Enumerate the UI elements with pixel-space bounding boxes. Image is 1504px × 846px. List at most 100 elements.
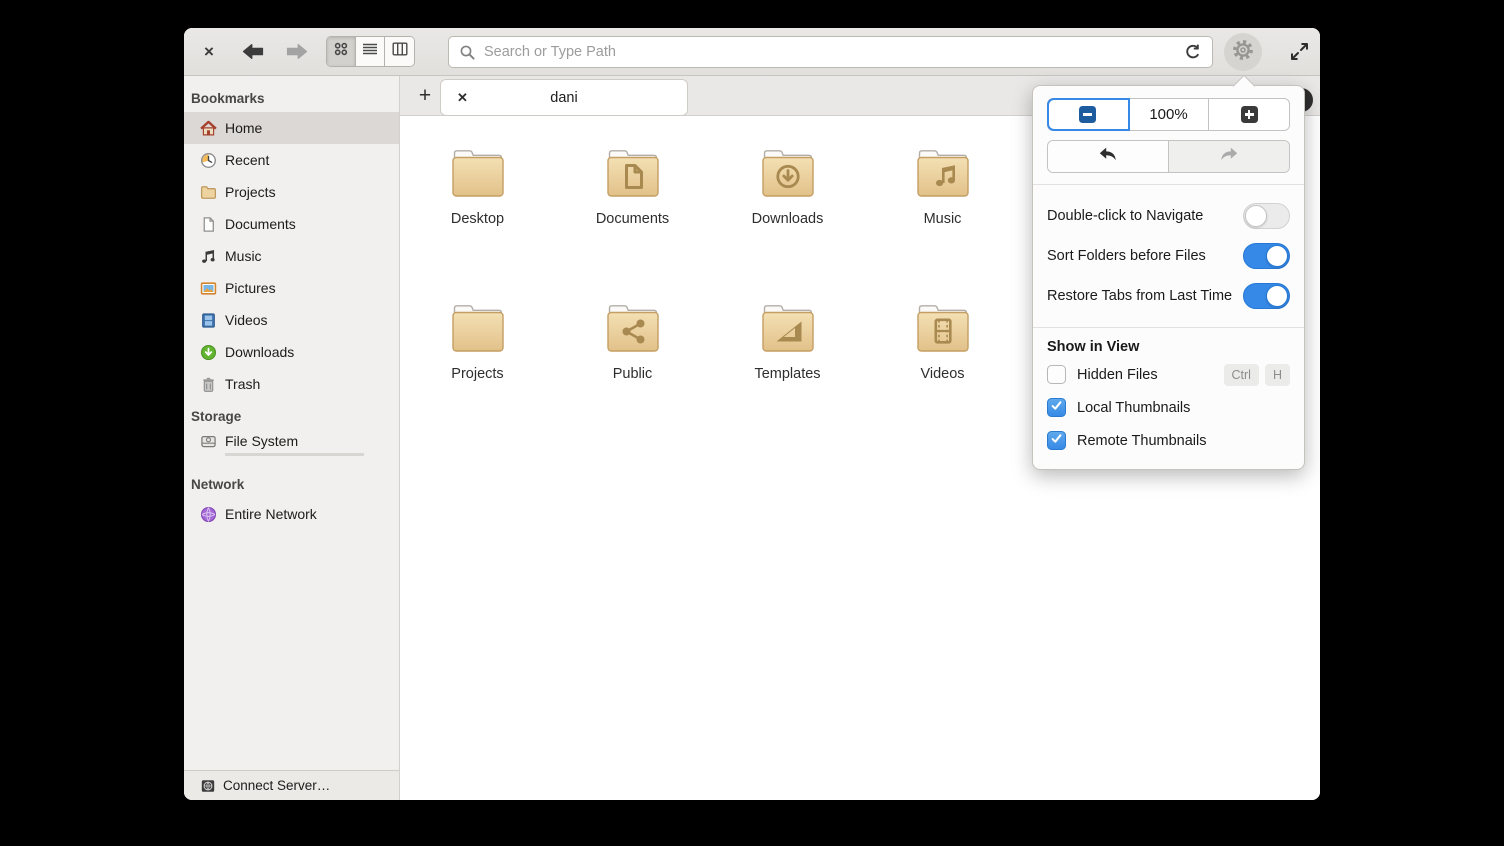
restore-tabs-toggle[interactable] <box>1243 283 1290 309</box>
file-tile-music[interactable]: Music <box>878 145 1008 245</box>
network-globe-icon <box>200 506 217 523</box>
toggle-label: Double-click to Navigate <box>1047 208 1203 224</box>
sidebar-item-label: Downloads <box>225 344 294 360</box>
folder-documents-icon <box>601 145 665 206</box>
file-tile-public[interactable]: Public <box>568 300 698 400</box>
sidebar-item-pictures[interactable]: Pictures <box>184 272 399 304</box>
zoom-level-button[interactable]: 100% <box>1129 99 1210 130</box>
toggle-label: Restore Tabs from Last Time <box>1047 288 1232 304</box>
zoom-in-button[interactable] <box>1209 99 1289 130</box>
sidebar-item-label: Trash <box>225 376 260 392</box>
redo-button[interactable] <box>1168 141 1289 172</box>
sidebar-item-downloads[interactable]: Downloads <box>184 336 399 368</box>
sidebar-item-label: Recent <box>225 152 269 168</box>
checkmark-icon <box>1050 399 1063 416</box>
file-manager-window: × <box>184 28 1320 800</box>
sidebar-item-label: Pictures <box>225 280 276 296</box>
sidebar-item-entire-network[interactable]: Entire Network <box>184 498 399 530</box>
search-input[interactable] <box>484 44 1178 60</box>
list-view-button[interactable] <box>356 37 385 66</box>
sidebar-item-file-system[interactable]: File System <box>184 430 399 468</box>
view-mode-switcher <box>326 36 415 67</box>
gear-icon <box>1231 38 1255 67</box>
redo-arrow-icon <box>1219 146 1239 167</box>
download-circle-icon <box>200 344 217 361</box>
toggle-knob <box>1266 245 1288 267</box>
tab-title: dani <box>441 90 687 106</box>
fullscreen-button[interactable] <box>1290 42 1309 66</box>
zoom-out-button[interactable] <box>1048 99 1129 130</box>
sidebar-item-projects[interactable]: Projects <box>184 176 399 208</box>
file-tile-downloads[interactable]: Downloads <box>723 145 853 245</box>
back-button[interactable] <box>242 43 264 65</box>
hard-disk-icon <box>200 433 217 450</box>
local-thumbnails-checkbox[interactable] <box>1047 398 1066 417</box>
new-tab-button[interactable]: + <box>412 83 438 109</box>
sidebar-section-storage: Storage <box>184 400 399 430</box>
sidebar-item-documents[interactable]: Documents <box>184 208 399 240</box>
folder-templates-icon <box>756 300 820 361</box>
column-view-icon <box>391 40 409 63</box>
sidebar: Bookmarks Home Recent <box>184 76 400 800</box>
toolbar: × <box>184 28 1320 76</box>
file-label: Desktop <box>451 211 504 227</box>
file-tile-desktop[interactable]: Desktop <box>413 145 543 245</box>
file-tile-templates[interactable]: Templates <box>723 300 853 400</box>
check-row-remote-thumbnails[interactable]: Remote Thumbnails <box>1047 424 1290 457</box>
sidebar-item-label: Videos <box>225 312 268 328</box>
undo-button[interactable] <box>1048 141 1168 172</box>
document-icon <box>200 216 217 233</box>
toggle-knob <box>1266 285 1288 307</box>
folder-downloads-icon <box>756 145 820 206</box>
checkbox-label: Local Thumbnails <box>1077 400 1190 416</box>
file-tile-videos[interactable]: Videos <box>878 300 1008 400</box>
toggle-row-double-click: Double-click to Navigate <box>1047 196 1290 236</box>
search-icon <box>459 44 476 61</box>
grid-view-icon <box>332 40 350 63</box>
connect-server-label: Connect Server… <box>223 778 330 793</box>
picture-icon <box>200 280 217 297</box>
sort-folders-toggle[interactable] <box>1243 243 1290 269</box>
server-globe-icon <box>199 777 216 794</box>
sidebar-item-label: Music <box>225 248 262 264</box>
check-row-local-thumbnails[interactable]: Local Thumbnails <box>1047 391 1290 424</box>
refresh-button[interactable] <box>1178 38 1208 66</box>
column-view-button[interactable] <box>385 37 414 66</box>
undo-redo-group <box>1047 140 1290 173</box>
window-close-button[interactable]: × <box>198 41 220 63</box>
double-click-toggle[interactable] <box>1243 203 1290 229</box>
forward-button[interactable] <box>286 43 308 65</box>
settings-menu-button[interactable] <box>1224 33 1262 71</box>
file-tile-projects[interactable]: Projects <box>413 300 543 400</box>
toggle-row-sort-folders: Sort Folders before Files <box>1047 236 1290 276</box>
sidebar-item-home[interactable]: Home <box>184 112 399 144</box>
tab-dani[interactable]: ✕ dani <box>440 79 688 116</box>
sidebar-item-recent[interactable]: Recent <box>184 144 399 176</box>
settings-popover: 100% Double-click to Navigate <box>1032 85 1305 470</box>
folder-videos-icon <box>911 300 975 361</box>
disk-usage-bar <box>225 453 364 456</box>
checkbox-label: Remote Thumbnails <box>1077 433 1207 449</box>
sidebar-item-label: Home <box>225 120 262 136</box>
shortcut-keys: Ctrl H <box>1224 364 1290 386</box>
key-ctrl: Ctrl <box>1224 364 1259 386</box>
sidebar-item-music[interactable]: Music <box>184 240 399 272</box>
sidebar-item-videos[interactable]: Videos <box>184 304 399 336</box>
popover-separator <box>1033 184 1304 185</box>
sidebar-scroll-area: Bookmarks Home Recent <box>184 76 399 770</box>
connect-server-button[interactable]: Connect Server… <box>184 770 399 800</box>
music-note-icon <box>200 248 217 265</box>
file-label: Projects <box>451 366 503 382</box>
folder-icon <box>446 300 510 361</box>
remote-thumbnails-checkbox[interactable] <box>1047 431 1066 450</box>
sidebar-item-trash[interactable]: Trash <box>184 368 399 400</box>
folder-icon <box>200 184 217 201</box>
sidebar-section-network: Network <box>184 468 399 498</box>
toggle-label: Sort Folders before Files <box>1047 248 1206 264</box>
check-row-hidden-files[interactable]: Hidden Files Ctrl H <box>1047 358 1290 391</box>
path-search-bar <box>448 36 1213 68</box>
list-view-icon <box>361 40 379 63</box>
file-tile-documents[interactable]: Documents <box>568 145 698 245</box>
grid-view-button[interactable] <box>327 37 356 66</box>
hidden-files-checkbox[interactable] <box>1047 365 1066 384</box>
